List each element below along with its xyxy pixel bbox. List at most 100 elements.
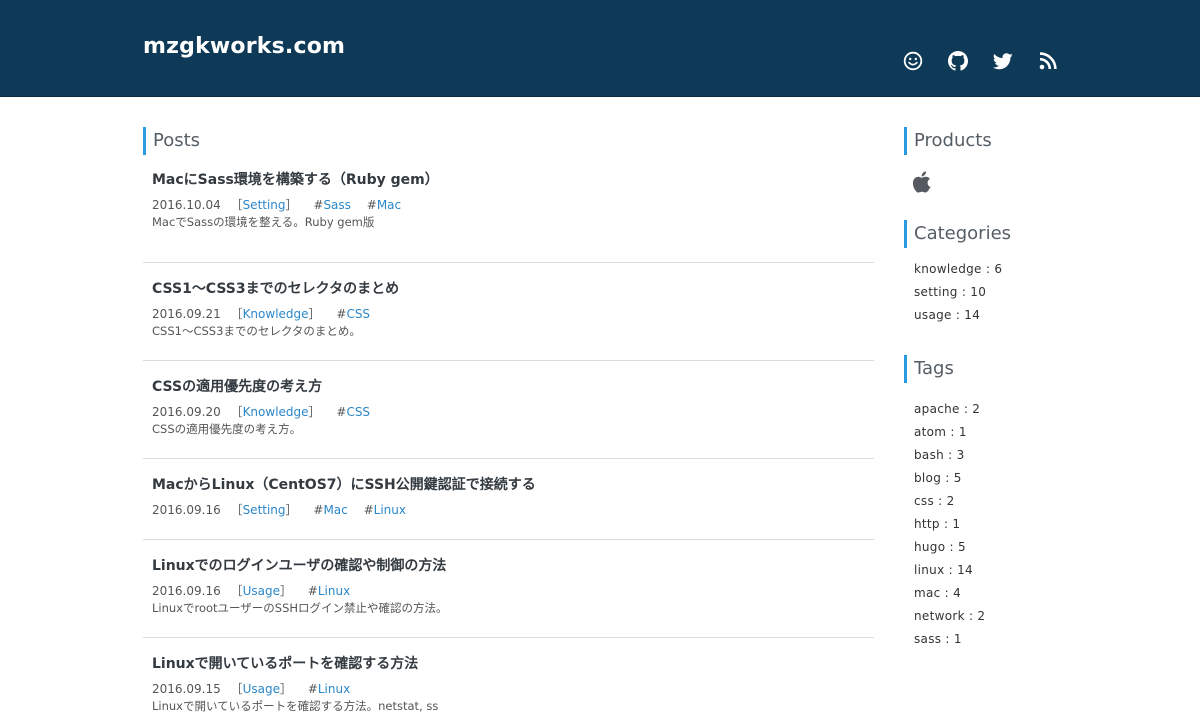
rss-icon[interactable]: [1037, 50, 1059, 72]
list-item: setting : 10: [914, 285, 987, 299]
tag-link[interactable]: http: [914, 517, 940, 531]
tag-link[interactable]: atom: [914, 425, 946, 439]
tag-count: 1: [952, 517, 961, 531]
post-title-link[interactable]: CSSの適用優先度の考え方: [152, 378, 874, 396]
post-category-link[interactable]: Setting: [243, 198, 286, 212]
post-date: 2016.10.04: [152, 198, 221, 212]
posts-section: Posts MacにSass環境を構築する（Ruby gem） 2016.10.…: [143, 127, 874, 715]
post-tag-link[interactable]: Linux: [318, 682, 350, 696]
tag-link[interactable]: blog: [914, 471, 941, 485]
post-tag-link[interactable]: CSS: [346, 405, 370, 419]
category-count: 6: [994, 262, 1003, 276]
post-category-link[interactable]: Usage: [243, 584, 280, 598]
tag-count: 5: [957, 540, 966, 554]
list-item: mac : 4: [914, 586, 962, 600]
post-date: 2016.09.15: [152, 682, 221, 696]
apple-icon[interactable]: [912, 171, 932, 197]
post-category-link[interactable]: Knowledge: [243, 405, 309, 419]
post-tag-link[interactable]: CSS: [346, 307, 370, 321]
post-date: 2016.09.16: [152, 584, 221, 598]
posts-heading: Posts: [143, 127, 874, 155]
post-tag-link[interactable]: Sass: [323, 198, 350, 212]
tag-count: 2: [977, 609, 986, 623]
post-meta: 2016.09.20 ［Knowledge］ #CSS: [152, 405, 371, 419]
tag-count: 4: [953, 586, 962, 600]
category-link[interactable]: usage: [914, 308, 952, 322]
github-icon[interactable]: [947, 50, 969, 72]
tag-count: 5: [953, 471, 962, 485]
sidebar: Products Categories knowledge : 6 settin…: [904, 127, 1104, 651]
list-item: css : 2: [914, 494, 955, 508]
post-title-link[interactable]: Linuxでのログインユーザの確認や制御の方法: [152, 557, 874, 575]
smiley-icon[interactable]: [902, 50, 924, 72]
list-item: knowledge : 6: [914, 262, 1003, 276]
list-item: blog : 5: [914, 471, 962, 485]
post-tag-link[interactable]: Linux: [374, 503, 406, 517]
tag-count: 3: [956, 448, 965, 462]
list-item: network : 2: [914, 609, 986, 623]
list-item: apache : 2: [914, 402, 981, 416]
post-meta: 2016.10.04 ［Setting］ #Sass #Mac: [152, 198, 402, 212]
post-category-link[interactable]: Usage: [243, 682, 280, 696]
tag-link[interactable]: linux: [914, 563, 944, 577]
post-date: 2016.09.16: [152, 503, 221, 517]
tag-count: 2: [972, 402, 981, 416]
post-meta: 2016.09.15 ［Usage］ #Linux: [152, 682, 351, 696]
post-meta: 2016.09.16 ［Setting］ #Mac #Linux: [152, 503, 406, 517]
post-category-link[interactable]: Setting: [243, 503, 286, 517]
post-tag-link[interactable]: Mac: [377, 198, 401, 212]
post-title-link[interactable]: CSS1〜CSS3までのセレクタのまとめ: [152, 280, 874, 298]
post-item: MacにSass環境を構築する（Ruby gem） 2016.10.04 ［Se…: [143, 171, 874, 263]
list-item: http : 1: [914, 517, 961, 531]
products-list: [904, 171, 1104, 193]
category-count: 14: [964, 308, 981, 322]
list-item: sass : 1: [914, 632, 962, 646]
tag-link[interactable]: hugo: [914, 540, 945, 554]
post-tag-link[interactable]: Linux: [318, 584, 350, 598]
post-title-link[interactable]: Linuxで開いているポートを確認する方法: [152, 655, 874, 673]
tag-link[interactable]: css: [914, 494, 934, 508]
post-item: MacからLinux（CentOS7）にSSH公開鍵認証で接続する 2016.0…: [143, 459, 874, 540]
tag-link[interactable]: sass: [914, 632, 941, 646]
tag-link[interactable]: mac: [914, 586, 941, 600]
category-link[interactable]: knowledge: [914, 262, 982, 276]
post-description: MacでSassの環境を整える。Ruby gem版: [152, 215, 375, 229]
list-item: hugo : 5: [914, 540, 966, 554]
post-description: CSSの適用優先度の考え方。: [152, 422, 302, 436]
tag-count: 2: [946, 494, 955, 508]
tags-list: apache : 2 atom : 1 bash : 3 blog : 5 cs…: [904, 398, 1104, 651]
post-title-link[interactable]: MacにSass環境を構築する（Ruby gem）: [152, 171, 874, 189]
category-link[interactable]: setting: [914, 285, 958, 299]
post-description: CSS1〜CSS3までのセレクタのまとめ。: [152, 324, 361, 338]
post-title-link[interactable]: MacからLinux（CentOS7）にSSH公開鍵認証で接続する: [152, 476, 874, 494]
tag-count: 1: [953, 632, 962, 646]
post-tag-link[interactable]: Mac: [323, 503, 347, 517]
post-description: Linuxで開いているポートを確認する方法。netstat, ss: [152, 699, 439, 713]
post-item: CSSの適用優先度の考え方 2016.09.20 ［Knowledge］ #CS…: [143, 361, 874, 459]
tag-link[interactable]: bash: [914, 448, 944, 462]
list-item: linux : 14: [914, 563, 973, 577]
post-item: Linuxでのログインユーザの確認や制御の方法 2016.09.16 ［Usag…: [143, 540, 874, 638]
post-category-link[interactable]: Knowledge: [243, 307, 309, 321]
post-meta: 2016.09.21 ［Knowledge］ #CSS: [152, 307, 371, 321]
site-title-link[interactable]: mzgkworks.com: [143, 34, 345, 59]
post-date: 2016.09.20: [152, 405, 221, 419]
list-item: bash : 3: [914, 448, 965, 462]
site-header: mzgkworks.com: [0, 0, 1200, 97]
post-item: Linuxで開いているポートを確認する方法 2016.09.15 ［Usage］…: [143, 638, 874, 715]
category-count: 10: [970, 285, 987, 299]
list-item: usage : 14: [914, 308, 981, 322]
tag-link[interactable]: network: [914, 609, 965, 623]
list-item: atom : 1: [914, 425, 967, 439]
post-meta: 2016.09.16 ［Usage］ #Linux: [152, 584, 351, 598]
categories-list: knowledge : 6 setting : 10 usage : 14: [904, 258, 1104, 327]
tag-link[interactable]: apache: [914, 402, 960, 416]
tag-count: 14: [957, 563, 973, 577]
post-date: 2016.09.21: [152, 307, 221, 321]
tag-count: 1: [958, 425, 967, 439]
products-heading: Products: [904, 127, 1104, 155]
tags-heading: Tags: [904, 355, 1104, 383]
twitter-icon[interactable]: [992, 50, 1014, 72]
categories-heading: Categories: [904, 220, 1104, 248]
post-description: LinuxでrootユーザーのSSHログイン禁止や確認の方法。: [152, 601, 448, 615]
